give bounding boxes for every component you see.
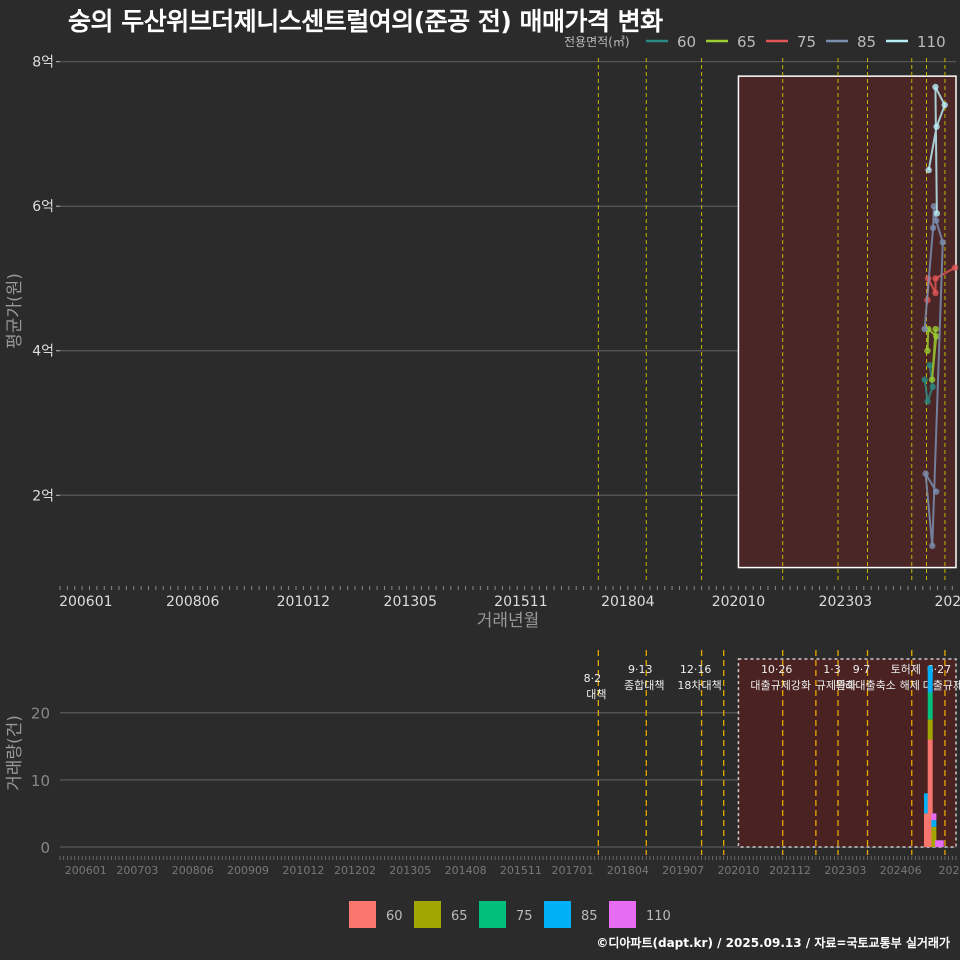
volume-bar-85 bbox=[927, 665, 933, 693]
volume-xtick-label: 200909 bbox=[227, 864, 269, 877]
volume-xtick-label: 202303 bbox=[824, 864, 866, 877]
policy-name-label: 해제 bbox=[900, 678, 920, 692]
volume-xtick-label: 200601 bbox=[65, 864, 107, 877]
legend-swatch-75 bbox=[479, 901, 506, 928]
volume-xtick-label: 201907 bbox=[662, 864, 704, 877]
volume-xtick-label: 201511 bbox=[500, 864, 542, 877]
price-x-axis-title: 거래년월 bbox=[477, 611, 540, 631]
data-point-65 bbox=[924, 347, 931, 354]
data-point-110 bbox=[933, 210, 941, 217]
policy-name-label: 대책 bbox=[586, 688, 606, 701]
data-point-110 bbox=[932, 83, 939, 91]
volume-xtick-label: 201408 bbox=[445, 864, 487, 877]
legend-swatch-label-60: 60 bbox=[386, 909, 403, 924]
volume-xtick-label: 20250 bbox=[939, 864, 960, 877]
volume-bar-65 bbox=[927, 719, 933, 740]
data-point-60 bbox=[921, 376, 928, 383]
legend-swatch-label-110: 110 bbox=[646, 909, 671, 924]
legend-swatch-65 bbox=[414, 901, 441, 928]
volume-y-axis-title: 거래량(건) bbox=[5, 715, 25, 791]
chart-canvas: 2억 4억 6억 8억 200601 200806 201012 201305 201511 20… bbox=[5, 33, 960, 928]
volume-xtick-label: 201202 bbox=[334, 864, 376, 877]
volume-xtick-label: 202010 bbox=[717, 864, 759, 877]
data-point-110 bbox=[941, 101, 948, 109]
legend-swatch-label-75: 75 bbox=[516, 909, 533, 924]
volume-xtick-label: 200703 bbox=[116, 864, 158, 877]
price-highlight-box bbox=[737, 75, 957, 569]
price-ytick-label: 2억 bbox=[32, 488, 54, 504]
volume-bar-110 bbox=[931, 813, 937, 821]
data-point-110 bbox=[933, 123, 940, 130]
data-point-65 bbox=[928, 376, 936, 383]
data-point-65 bbox=[932, 325, 939, 333]
legend-swatch-110 bbox=[609, 901, 636, 928]
data-point-60 bbox=[929, 383, 936, 391]
price-ytick-label: 6억 bbox=[32, 199, 54, 215]
price-ytick-label: 4억 bbox=[32, 344, 54, 360]
volume-xtick-label: 201804 bbox=[607, 864, 649, 877]
volume-bar-110 bbox=[938, 840, 944, 847]
data-point-85 bbox=[929, 542, 936, 550]
policy-name-label: 대출규제강화 bbox=[750, 679, 811, 692]
data-point-85 bbox=[932, 217, 940, 224]
volume-xtick-label: 202406 bbox=[880, 864, 922, 877]
volume-xtick-label: 201701 bbox=[552, 864, 594, 877]
price-xtick-label: 201511 bbox=[494, 594, 547, 610]
legend-label-65: 65 bbox=[737, 33, 756, 51]
policy-date-label: 8·2 bbox=[584, 672, 602, 685]
legend-label-85: 85 bbox=[857, 33, 876, 51]
price-y-axis-title: 평균가(원) bbox=[5, 273, 25, 349]
volume-bar-75 bbox=[927, 692, 933, 720]
legend-swatch-label-65: 65 bbox=[451, 909, 468, 924]
data-point-60 bbox=[924, 398, 931, 405]
legend-title: 전용면적(㎡) bbox=[564, 35, 630, 49]
price-xtick-label: 201012 bbox=[277, 594, 330, 610]
data-point-75 bbox=[932, 275, 939, 282]
volume-bar-85 bbox=[931, 820, 937, 827]
legend-label-75: 75 bbox=[797, 33, 816, 51]
data-point-85 bbox=[929, 224, 937, 232]
data-point-85 bbox=[922, 470, 929, 477]
price-xtick-label: 201305 bbox=[384, 594, 437, 610]
legend-swatch-85 bbox=[544, 901, 571, 928]
volume-ytick-label: 0 bbox=[40, 839, 50, 857]
source-credit: ©디아파트(dapt.kr) / 2025.09.13 / 자료=국토교통부 실… bbox=[596, 936, 950, 950]
legend-swatch-60 bbox=[349, 901, 376, 928]
volume-xtick-label: 201012 bbox=[282, 864, 324, 877]
policy-name-label: 종합대책 bbox=[624, 679, 664, 692]
volume-xtick-label: 200806 bbox=[172, 864, 214, 877]
policy-date-label: 1·3 bbox=[823, 663, 841, 676]
policy-date-label: 9·7 bbox=[853, 663, 871, 676]
policy-date-label: 10·26 bbox=[761, 663, 793, 676]
price-xtick-label: 2025 bbox=[934, 594, 960, 610]
policy-date-label: 12·16 bbox=[680, 663, 712, 676]
policy-date-label: 토허제 bbox=[891, 663, 921, 676]
data-point-75 bbox=[932, 289, 939, 297]
data-point-85 bbox=[921, 325, 928, 333]
data-point-85 bbox=[939, 239, 946, 246]
policy-date-label: 9·13 bbox=[628, 663, 653, 676]
volume-xtick-label: 201305 bbox=[389, 864, 431, 877]
data-point-75 bbox=[951, 264, 959, 271]
price-xtick-label: 200806 bbox=[166, 594, 220, 610]
data-point-85 bbox=[933, 488, 940, 495]
volume-xtick-label: 202112 bbox=[769, 864, 811, 877]
price-xtick-label: 200601 bbox=[59, 594, 112, 610]
price-xtick-label: 202010 bbox=[712, 594, 765, 610]
volume-ytick-label: 10 bbox=[31, 772, 50, 790]
price-xtick-label: 201804 bbox=[601, 594, 655, 610]
policy-name-label: 18차대책 bbox=[677, 679, 721, 692]
price-ytick-label: 8억 bbox=[32, 55, 54, 71]
legend-label-110: 110 bbox=[917, 33, 946, 51]
data-point-110 bbox=[925, 166, 932, 174]
volume-ytick-label: 20 bbox=[31, 705, 50, 723]
price-xtick-label: 202303 bbox=[819, 594, 872, 610]
policy-name-label: 특례대출축소 bbox=[835, 679, 896, 692]
legend-label-60: 60 bbox=[677, 33, 696, 51]
legend-swatch-label-85: 85 bbox=[581, 909, 598, 924]
